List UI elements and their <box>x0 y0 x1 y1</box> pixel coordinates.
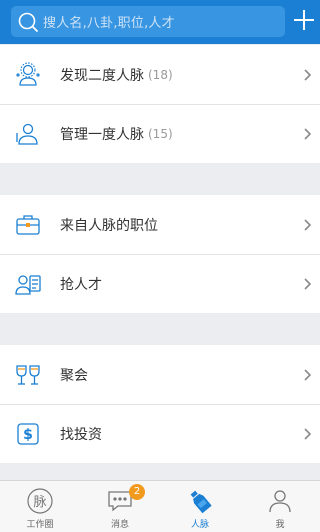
menu-item-label: 来自人脉的职位 <box>60 217 158 234</box>
talent-card-icon <box>13 269 43 299</box>
unread-badge: 2 <box>129 484 145 500</box>
tab-work-circle[interactable]: 脉 工作圈 <box>0 481 80 532</box>
tab-messages[interactable]: 2 消息 <box>80 481 160 532</box>
people-network-icon <box>13 60 43 90</box>
menu-item-label: 聚会 <box>60 367 88 384</box>
menu-item-discover-second-degree[interactable]: 发现二度人脉 (18) <box>0 45 320 104</box>
work-circle-icon: 脉 <box>25 486 55 516</box>
menu-item-jobs-from-contacts[interactable]: 来自人脉的职位 <box>0 195 320 254</box>
menu-group-jobs: 来自人脉的职位 抢人才 <box>0 195 320 313</box>
briefcase-icon <box>13 210 43 240</box>
menu-item-label: 抢人才 <box>60 276 102 293</box>
tab-contacts[interactable]: 人脉 <box>160 481 240 532</box>
menu-item-grab-talent[interactable]: 抢人才 <box>0 254 320 313</box>
menu-group-contacts: 发现二度人脉 (18) 管理一度人脉 (15) <box>0 45 320 163</box>
bottom-tab-bar: 脉 工作圈 2 消息 人脉 我 <box>0 480 320 532</box>
menu-group-activities: 聚会 $ 找投资 <box>0 345 320 463</box>
tab-label: 人脉 <box>190 520 209 530</box>
dollar-icon: $ <box>13 419 43 449</box>
chevron-right-icon <box>302 126 312 140</box>
menu-item-label: 发现二度人脉 <box>60 67 144 84</box>
svg-text:$: $ <box>23 427 33 443</box>
search-input[interactable]: 搜人名,八卦,职位,人才 <box>11 6 285 37</box>
tab-label: 工作圈 <box>26 520 54 530</box>
chevron-right-icon <box>302 276 312 290</box>
chevron-right-icon <box>302 367 312 381</box>
tab-label: 我 <box>275 520 285 530</box>
wine-glasses-icon <box>13 360 43 390</box>
chevron-right-icon <box>302 217 312 231</box>
menu-item-count: (15) <box>148 126 173 141</box>
tab-me[interactable]: 我 <box>240 481 320 532</box>
menu-item-label: 找投资 <box>60 426 102 443</box>
add-button[interactable] <box>290 6 318 38</box>
user-icon <box>265 486 295 516</box>
menu-item-manage-first-degree[interactable]: 管理一度人脉 (15) <box>0 104 320 163</box>
tab-label: 消息 <box>110 520 129 530</box>
chevron-right-icon <box>302 67 312 81</box>
search-icon <box>13 7 43 37</box>
menu-item-count: (18) <box>148 67 173 82</box>
plus-icon <box>293 9 315 35</box>
menu-item-gathering[interactable]: 聚会 <box>0 345 320 404</box>
svg-text:脉: 脉 <box>33 495 46 510</box>
menu-item-find-investment[interactable]: $ 找投资 <box>0 404 320 463</box>
contacts-icon <box>13 119 43 149</box>
chevron-right-icon <box>302 426 312 440</box>
bottle-icon <box>185 486 215 516</box>
top-bar: 搜人名,八卦,职位,人才 <box>0 0 320 44</box>
search-placeholder: 搜人名,八卦,职位,人才 <box>43 16 175 31</box>
menu-item-label: 管理一度人脉 <box>60 126 144 143</box>
